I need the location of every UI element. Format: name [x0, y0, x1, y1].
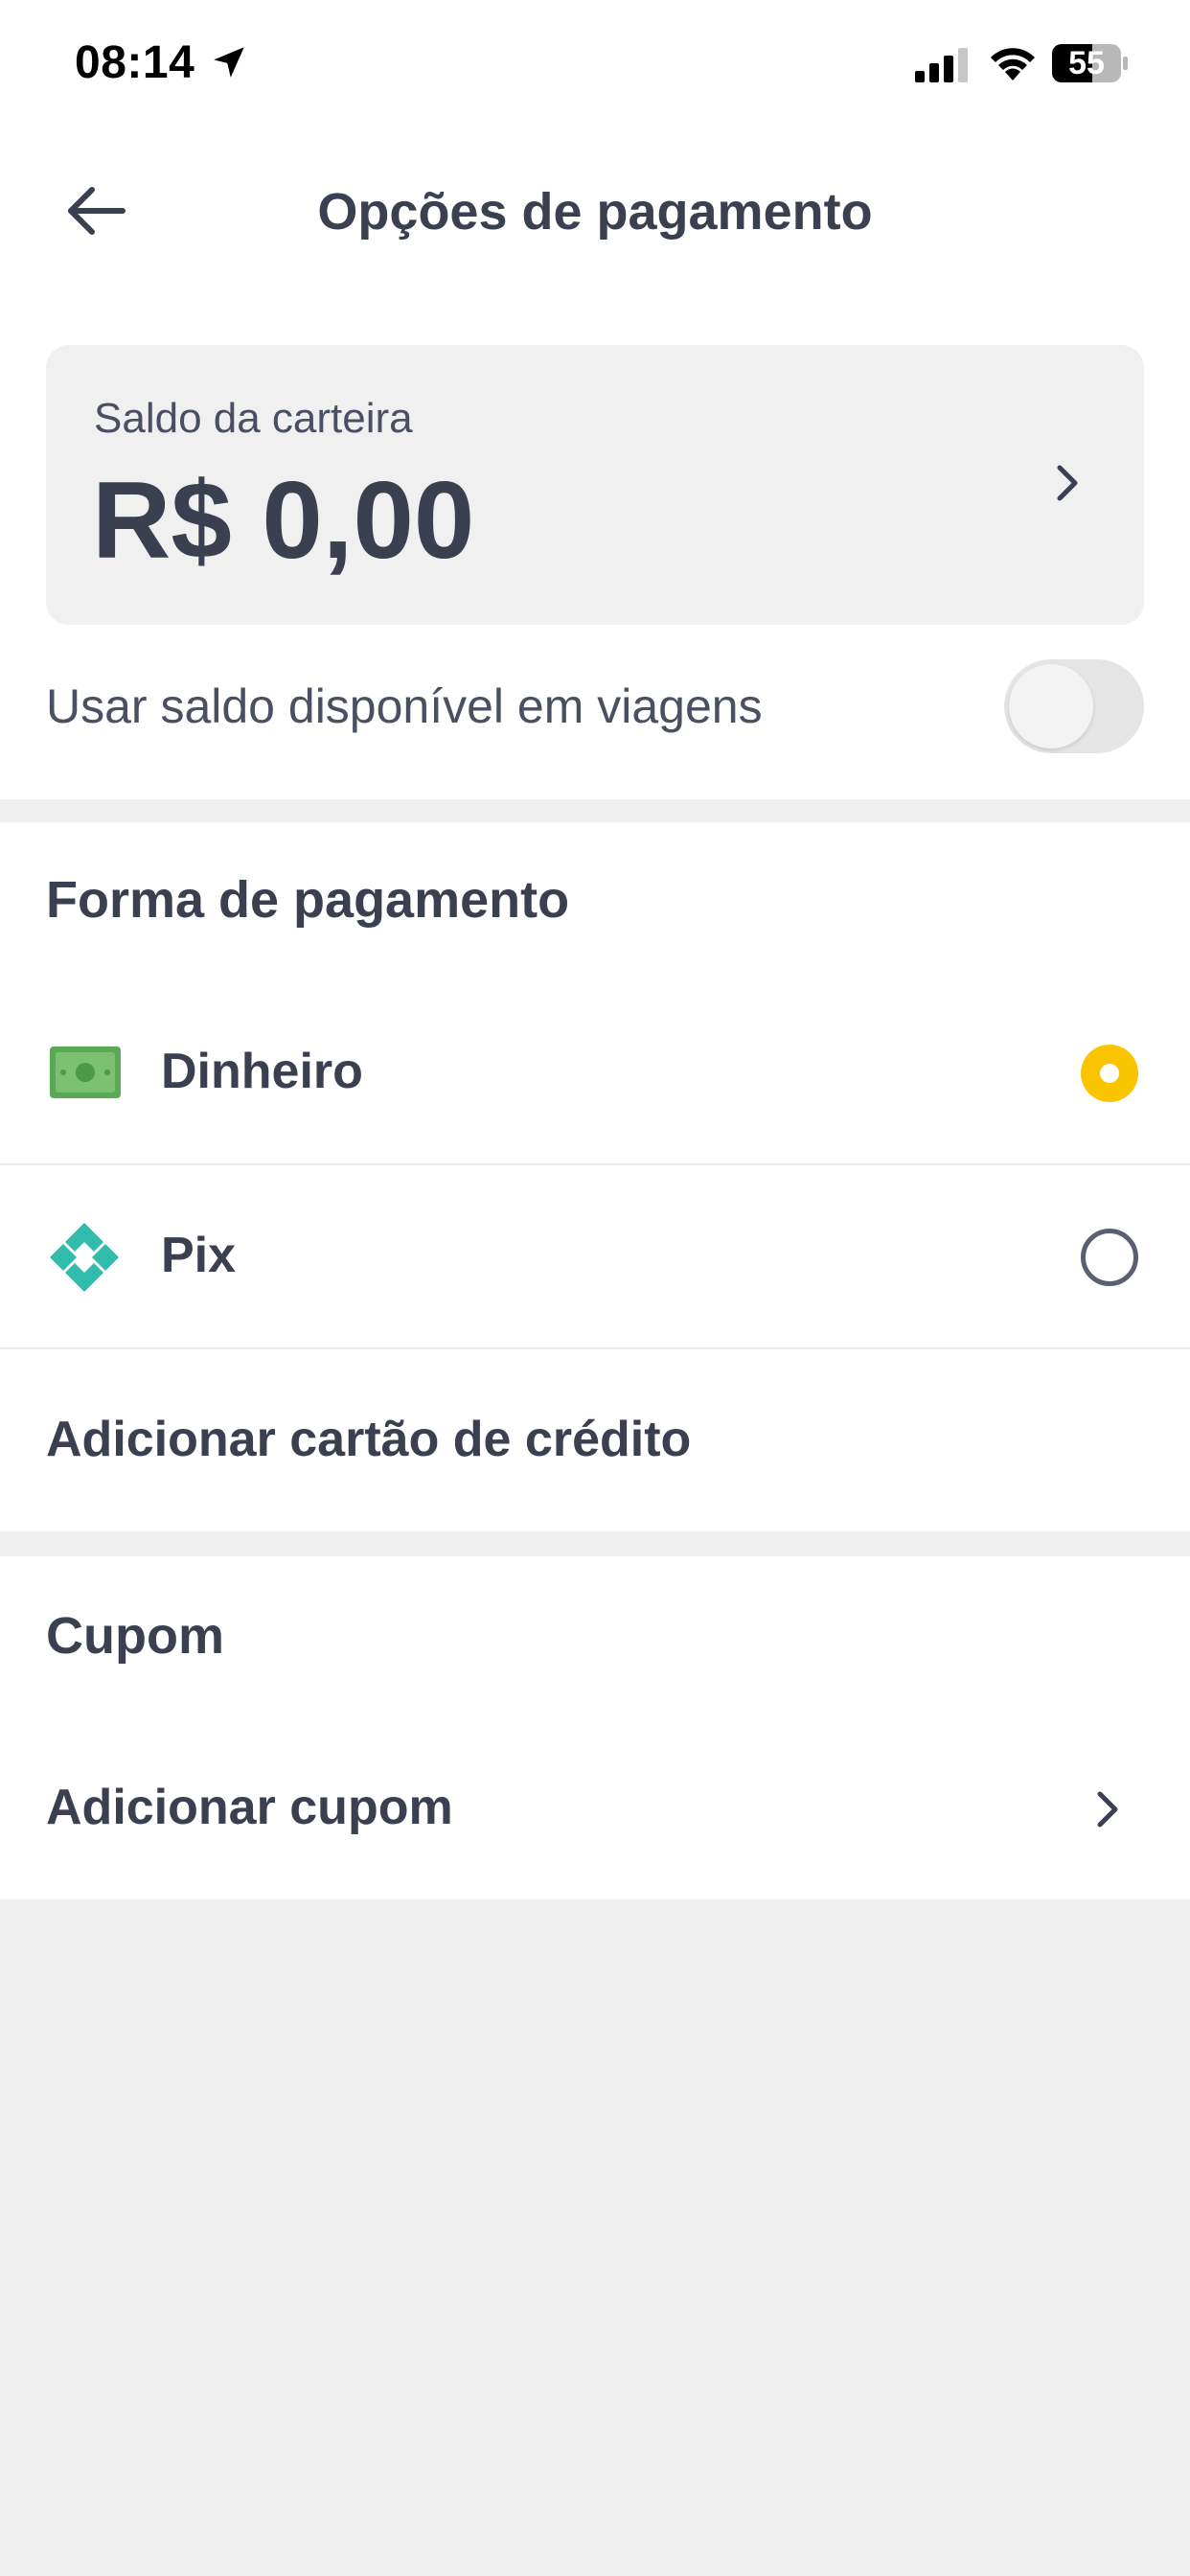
- payment-section-title: Forma de pagamento: [46, 871, 570, 929]
- cash-radio-button[interactable]: [1081, 1045, 1138, 1102]
- page-title: Opções de pagamento: [317, 183, 873, 241]
- add-coupon-link[interactable]: Adicionar cupom: [46, 1779, 453, 1836]
- cellular-signal-icon: [915, 48, 968, 82]
- cash-icon: [50, 1046, 121, 1098]
- use-balance-toggle[interactable]: [1004, 659, 1144, 753]
- wallet-amount: R$ 0,00: [92, 460, 475, 582]
- location-arrow-icon: [214, 47, 244, 78]
- wallet-balance-card[interactable]: Saldo da carteira R$ 0,00: [46, 345, 1144, 625]
- payment-option-label: Pix: [161, 1228, 237, 1283]
- wallet-label: Saldo da carteira: [94, 395, 413, 442]
- battery-level: 55: [1068, 45, 1105, 81]
- payment-option-label: Dinheiro: [161, 1044, 363, 1099]
- status-bar: 08:14 55: [0, 0, 1190, 130]
- chevron-right-icon: [1057, 465, 1078, 501]
- divider: [0, 1163, 1190, 1165]
- status-time: 08:14: [75, 37, 195, 88]
- coupon-section-title: Cupom: [46, 1607, 224, 1665]
- pix-radio-button[interactable]: [1081, 1229, 1138, 1286]
- wifi-icon: [991, 48, 1035, 80]
- payment-options-screen: 08:14 55 Opções de pagamento Saldo da ca…: [0, 0, 1190, 2576]
- divider: [0, 1347, 1190, 1349]
- use-balance-label: Usar saldo disponível em viagens: [46, 679, 763, 733]
- add-credit-card-link[interactable]: Adicionar cartão de crédito: [46, 1411, 691, 1468]
- toggle-knob: [1009, 664, 1093, 748]
- chevron-right-icon[interactable]: [1094, 1788, 1123, 1830]
- pix-icon: [50, 1223, 119, 1292]
